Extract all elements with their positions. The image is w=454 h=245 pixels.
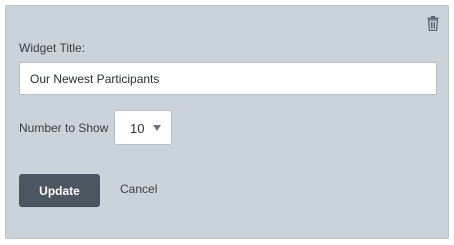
widget-title-input[interactable] (19, 62, 437, 95)
update-button[interactable]: Update (19, 174, 100, 207)
widget-edit-panel: Widget Title: Number to Show 10 Update C… (5, 5, 449, 239)
widget-title-label: Widget Title: (19, 41, 86, 55)
trash-icon[interactable] (427, 16, 439, 32)
chevron-down-icon (153, 125, 161, 131)
cancel-link[interactable]: Cancel (120, 182, 157, 196)
number-to-show-label: Number to Show (19, 121, 109, 135)
number-to-show-select[interactable]: 10 (114, 110, 172, 145)
number-to-show-value: 10 (130, 121, 145, 136)
